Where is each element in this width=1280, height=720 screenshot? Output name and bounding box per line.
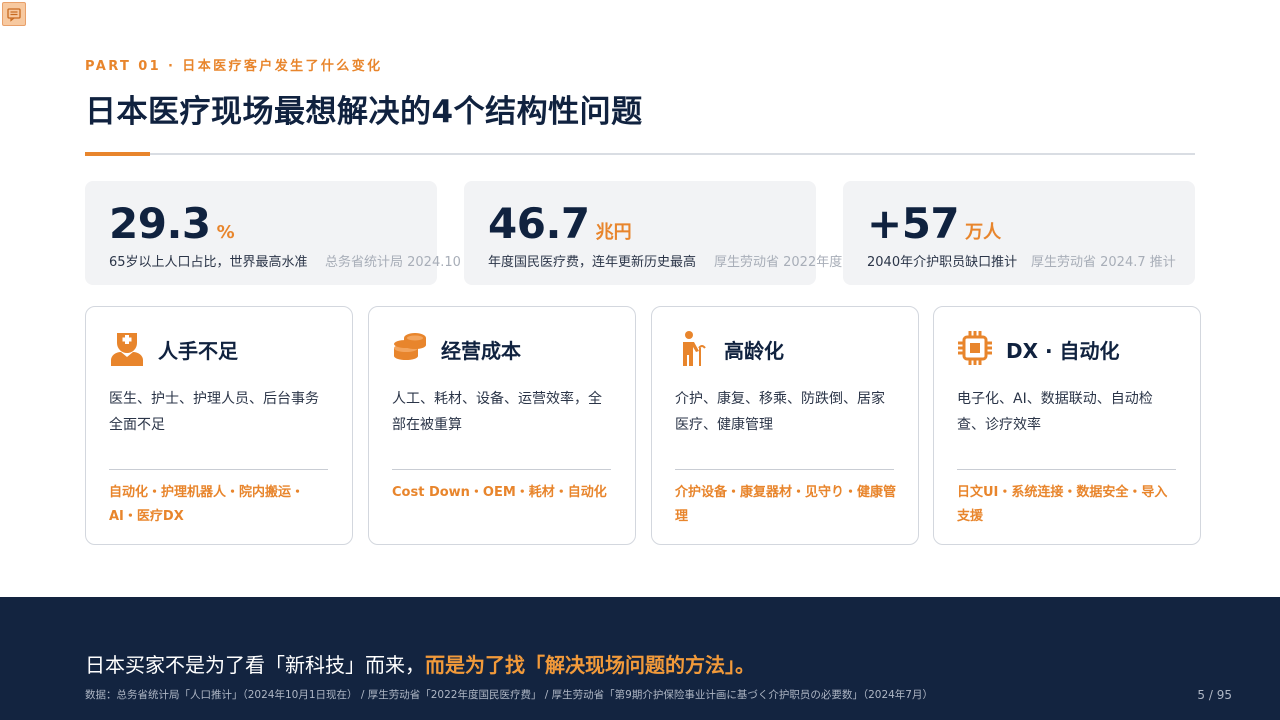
coins-icon — [391, 329, 429, 367]
card-divider — [675, 469, 894, 470]
card-title: DX · 自动化 — [1006, 339, 1120, 363]
card-tags: Cost Down・OEM・耗材・自动化 — [392, 485, 607, 500]
card-divider — [109, 469, 328, 470]
card-divider — [957, 469, 1176, 470]
stat-number: +57 万人 — [867, 199, 1002, 248]
card-tags: 日文UI・系统连接・数据安全・导入支援 — [957, 485, 1168, 524]
title-divider — [85, 153, 1195, 155]
stat-number: 29.3% — [109, 199, 235, 248]
nurse-icon — [108, 329, 146, 367]
card-divider — [392, 469, 611, 470]
title-divider-accent — [85, 152, 150, 156]
problem-card-staffing: 人手不足 医生、护士、护理人员、后台事务全面不足 自动化・护理机器人・院内搬运・… — [85, 306, 353, 545]
card-body: 人工、耗材、设备、运营效率，全部在被重算 — [392, 391, 602, 433]
footer-band: 日本买家不是为了看「新科技」而来，而是为了找「解决现场问题的方法」。 数据：总务… — [0, 597, 1280, 720]
stat-unit: 万人 — [965, 222, 1002, 243]
stat-source: 厚生劳动省 2024.7 推计 — [1031, 255, 1176, 270]
headline-highlight: 而是为了找「解决现场问题的方法」。 — [425, 653, 755, 677]
chip-icon — [956, 329, 994, 367]
stat-card-medical-cost: 46.7 兆円 年度国民医疗费，连年更新历史最高 厚生劳动省 2022年度 — [464, 181, 842, 285]
stat-card-aging-ratio: 29.3% 65岁以上人口占比，世界最高水准 总务省统计局 2024.10 — [85, 181, 461, 285]
comment-icon[interactable] — [2, 2, 26, 26]
card-tags: 介护设备・康复器材・见守り・健康管理 — [675, 485, 897, 524]
page-number: 5 / 95 — [1197, 688, 1232, 702]
elderly-icon — [674, 329, 712, 367]
stat-source: 总务省统计局 2024.10 — [325, 255, 461, 270]
problem-card-aging: 高龄化 介护、康复、移乘、防跌倒、居家医疗、健康管理 介护设备・康复器材・见守り… — [651, 306, 919, 545]
stat-source: 厚生劳动省 2022年度 — [714, 255, 843, 270]
card-title: 人手不足 — [158, 339, 238, 363]
stat-unit: 兆円 — [595, 222, 632, 243]
card-tags: 自动化・护理机器人・院内搬运・AI・医疗DX — [109, 485, 305, 524]
problem-card-dx: DX · 自动化 电子化、AI、数据联动、自动检查、诊疗效率 日文UI・系统连接… — [933, 306, 1201, 545]
card-body: 介护、康复、移乘、防跌倒、居家医疗、健康管理 — [675, 391, 885, 433]
stat-unit: % — [216, 222, 235, 243]
page-title: 日本医疗现场最想解决的4个结构性问题 — [85, 94, 643, 130]
card-body: 电子化、AI、数据联动、自动检查、诊疗效率 — [957, 391, 1153, 433]
problem-card-cost: 经营成本 人工、耗材、设备、运营效率，全部在被重算 Cost Down・OEM・… — [368, 306, 636, 545]
data-sources: 数据：总务省统计局「人口推计」（2024年10月1日现在） / 厚生劳动省「20… — [85, 689, 933, 701]
stat-card-care-staff-gap: +57 万人 2040年介护职员缺口推计 厚生劳动省 2024.7 推计 — [843, 181, 1195, 285]
stat-number: 46.7 兆円 — [488, 199, 632, 248]
stat-description: 65岁以上人口占比，世界最高水准 — [109, 255, 308, 270]
headline-prefix: 日本买家不是为了看「新科技」而来， — [85, 653, 425, 677]
footer-headline: 日本买家不是为了看「新科技」而来，而是为了找「解决现场问题的方法」。 — [85, 649, 755, 678]
card-title: 经营成本 — [441, 339, 521, 363]
card-body: 医生、护士、护理人员、后台事务全面不足 — [109, 391, 319, 433]
stat-description: 2040年介护职员缺口推计 — [867, 255, 1018, 270]
card-title: 高龄化 — [724, 339, 784, 363]
stat-description: 年度国民医疗费，连年更新历史最高 — [488, 255, 697, 270]
section-eyebrow: PART 01 · 日本医疗客户发生了什么变化 — [85, 59, 383, 74]
